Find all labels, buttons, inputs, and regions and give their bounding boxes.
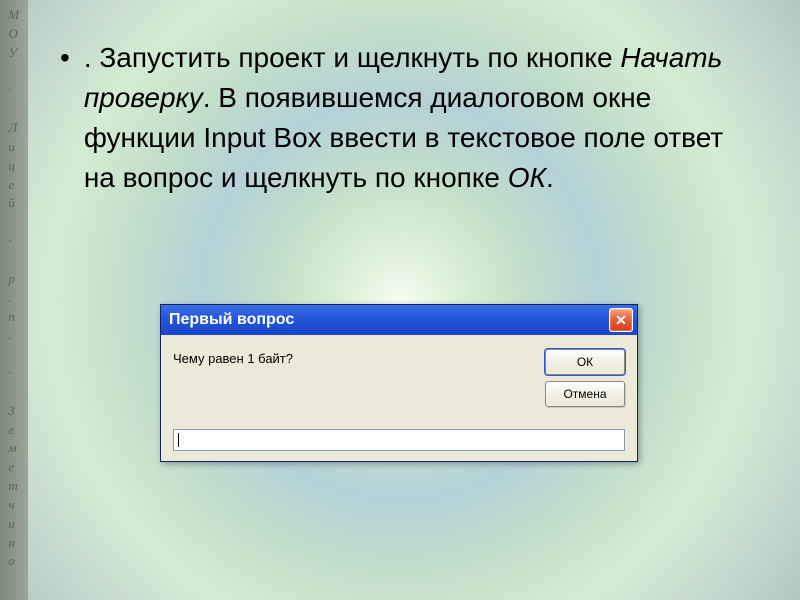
instruction-italic-2: ОК bbox=[508, 162, 546, 193]
dialog-titlebar[interactable]: Первый вопрос ✕ bbox=[161, 305, 637, 335]
instruction-suffix: . bbox=[546, 162, 554, 193]
text-cursor-icon bbox=[178, 433, 179, 447]
answer-input[interactable] bbox=[173, 429, 625, 451]
bullet-icon: • bbox=[60, 40, 70, 76]
dialog-body: Чему равен 1 байт? ОК Отмена bbox=[161, 335, 637, 461]
instruction-prefix: . Запустить проект и щелкнуть по кнопке bbox=[84, 42, 621, 73]
dialog-button-group: ОК Отмена bbox=[545, 349, 625, 407]
instruction-text: . Запустить проект и щелкнуть по кнопке … bbox=[84, 38, 760, 198]
bullet-paragraph: • . Запустить проект и щелкнуть по кнопк… bbox=[60, 38, 760, 198]
dialog-title: Первый вопрос bbox=[169, 311, 294, 329]
ok-button[interactable]: ОК bbox=[545, 349, 625, 375]
slide-content: • . Запустить проект и щелкнуть по кнопк… bbox=[60, 38, 760, 198]
input-box-dialog: Первый вопрос ✕ Чему равен 1 байт? ОК От… bbox=[160, 304, 638, 462]
close-button[interactable]: ✕ bbox=[609, 308, 633, 332]
strip-text: МОУ · Лицей · р.п. · Земетчино bbox=[8, 6, 19, 571]
decorative-left-strip: МОУ · Лицей · р.п. · Земетчино bbox=[0, 0, 28, 600]
close-icon: ✕ bbox=[615, 312, 627, 329]
cancel-button[interactable]: Отмена bbox=[545, 381, 625, 407]
slide-root: МОУ · Лицей · р.п. · Земетчино • . Запус… bbox=[0, 0, 800, 600]
